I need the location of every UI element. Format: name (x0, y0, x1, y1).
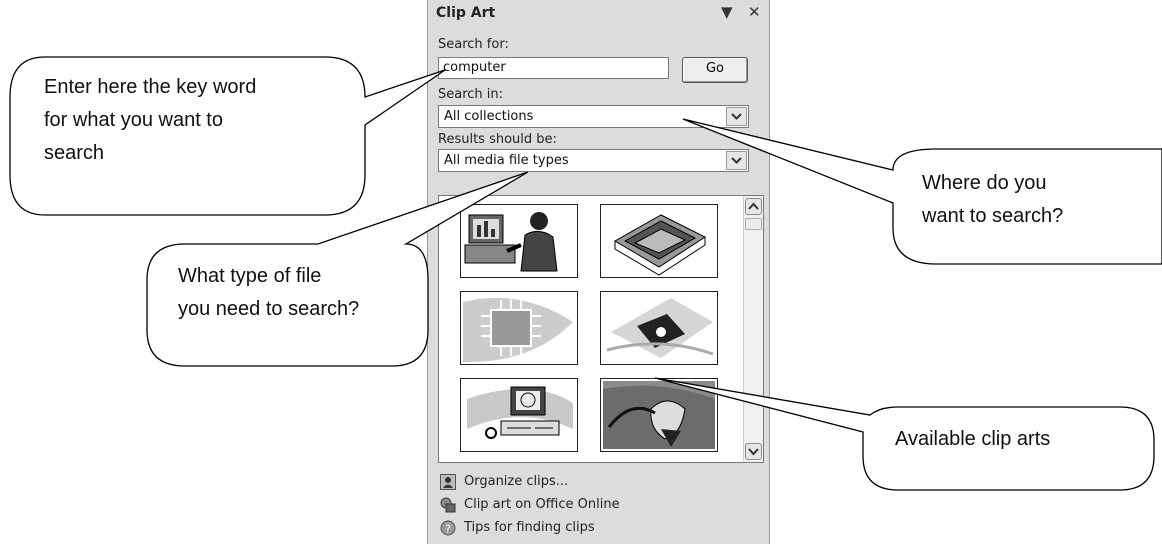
svg-text:?: ? (445, 523, 451, 536)
where-callout: Where do you want to search? (922, 167, 1063, 233)
organize-clips-icon (440, 474, 456, 490)
clip-floppy-disk-tray[interactable] (600, 204, 718, 278)
chevron-down-icon (731, 157, 742, 164)
tips-link[interactable]: Tips for finding clips (464, 520, 595, 535)
where-callout-line: want to search? (922, 205, 1064, 227)
clip-floppy-disk[interactable] (600, 291, 718, 365)
available-callout-line: Available clip arts (895, 428, 1051, 450)
chevron-up-icon (748, 202, 759, 210)
pane-title: Clip Art (436, 5, 496, 21)
circuit-board-icon (463, 297, 573, 363)
media-type-select[interactable]: All media file types (438, 149, 749, 172)
floppy-disk-tray-icon (614, 214, 707, 276)
search-input[interactable]: computer (438, 57, 669, 79)
search-in-label: Search in: (438, 87, 504, 102)
keyword-callout-line: for what you want to (44, 109, 223, 131)
search-in-select[interactable]: All collections (438, 105, 749, 128)
available-callout: Available clip arts (895, 423, 1050, 456)
keyword-callout-line: Enter here the key word (44, 76, 257, 98)
clip-computer-mouse[interactable] (600, 378, 718, 452)
scroll-up-button[interactable] (745, 198, 762, 215)
keyword-callout: Enter here the key word for what you wan… (44, 71, 256, 170)
chevron-down-icon (748, 448, 759, 456)
keyword-callout-line: search (44, 142, 105, 164)
person-at-computer-icon (464, 212, 558, 272)
scroll-down-button[interactable] (745, 443, 762, 460)
computer-mouse-icon (603, 381, 715, 449)
where-callout-line: Where do you (922, 172, 1047, 194)
office-online-link[interactable]: Clip art on Office Online (464, 497, 620, 512)
media-type-value: All media file types (444, 153, 569, 168)
filetype-callout: What type of file you need to search? (178, 260, 359, 326)
help-icon: ? (440, 520, 456, 536)
go-button[interactable]: Go (682, 57, 748, 83)
media-type-dropdown-button[interactable] (726, 151, 747, 170)
results-scrollbar[interactable] (743, 196, 763, 462)
office-online-icon (440, 497, 456, 513)
organize-clips-link[interactable]: Organize clips... (464, 474, 568, 489)
clip-art-pane: Clip Art ▼ ✕ Search for: computer Go Sea… (427, 0, 770, 544)
search-for-label: Search for: (438, 37, 509, 52)
results-list (438, 195, 764, 463)
desktop-computer-globe-icon (467, 386, 573, 439)
clip-desktop-globe[interactable] (460, 378, 578, 452)
search-in-dropdown-button[interactable] (726, 107, 747, 126)
pane-close-button[interactable]: ✕ (748, 3, 761, 21)
search-in-value: All collections (444, 109, 534, 124)
pane-menu-button[interactable]: ▼ (721, 3, 733, 21)
filetype-callout-line: you need to search? (178, 298, 360, 320)
filetype-callout-line: What type of file (178, 265, 322, 287)
results-should-be-label: Results should be: (438, 132, 557, 147)
chevron-down-icon (731, 113, 742, 120)
scroll-thumb[interactable] (745, 218, 762, 230)
floppy-disk-icon (606, 298, 714, 358)
clip-person-at-computer[interactable] (460, 204, 578, 278)
clip-circuit-board[interactable] (460, 291, 578, 365)
